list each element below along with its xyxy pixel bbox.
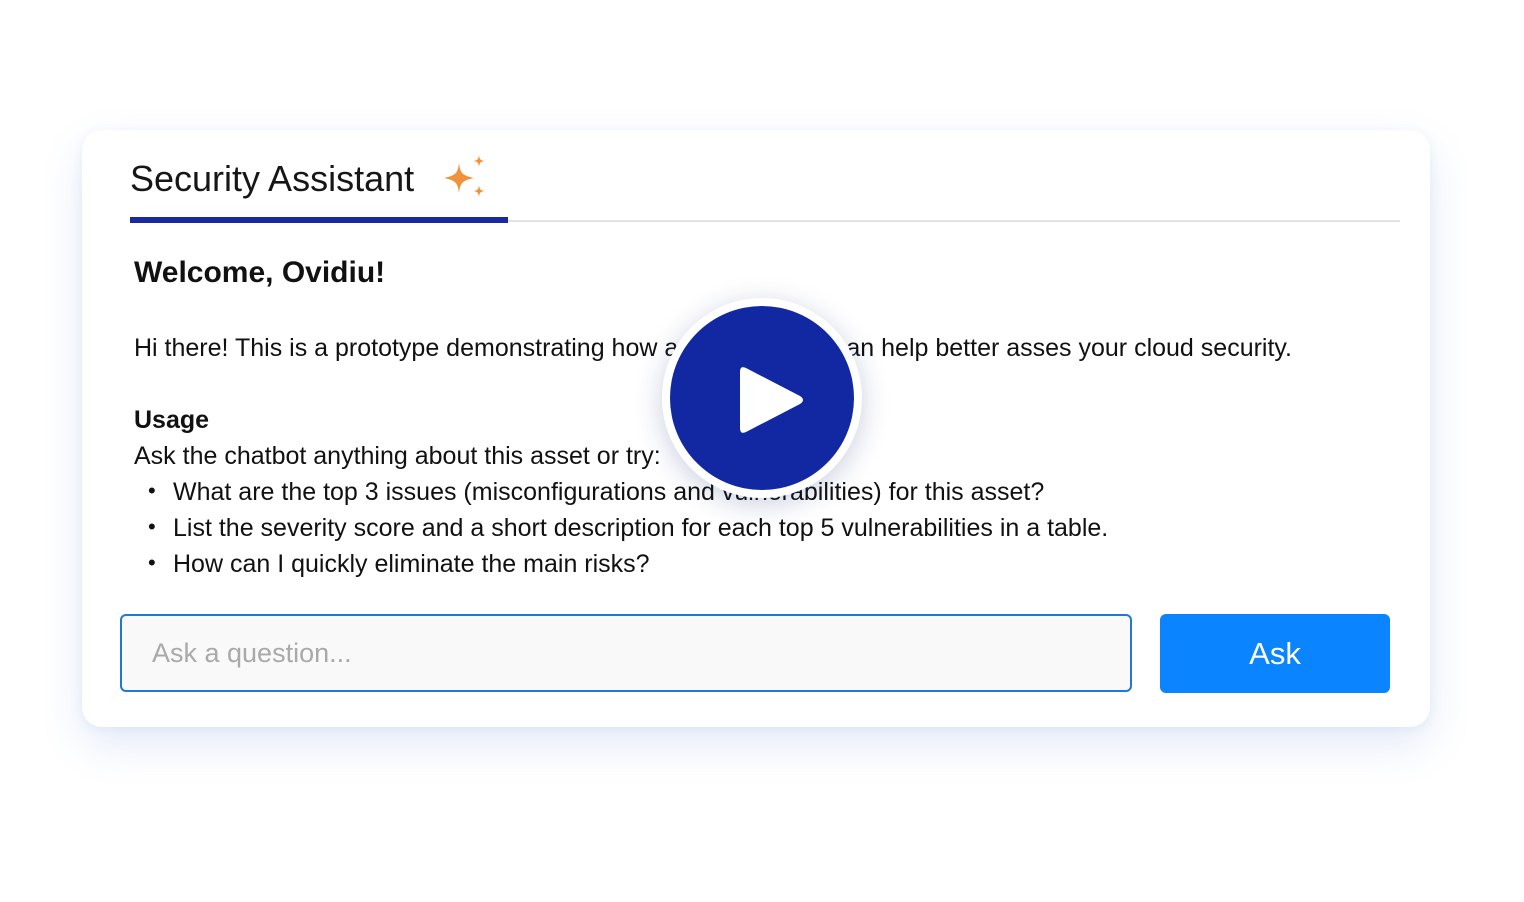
suggestion-item[interactable]: • List the severity score and a short de… [134, 514, 1108, 550]
suggestion-item[interactable]: • How can I quickly eliminate the main r… [134, 550, 1108, 586]
suggestion-item[interactable]: • What are the top 3 issues (misconfigur… [134, 478, 1108, 514]
suggestion-text: How can I quickly eliminate the main ris… [173, 550, 650, 578]
video-thumbnail: Security Assistant Welcome, Ovidiu! Hi t… [0, 0, 1524, 902]
sparkles-icon [444, 155, 485, 197]
question-input[interactable] [120, 614, 1132, 692]
usage-text: Ask the chatbot anything about this asse… [134, 442, 661, 470]
bullet: • [148, 514, 156, 539]
suggestion-text: List the severity score and a short desc… [173, 514, 1109, 542]
ask-button[interactable]: Ask [1160, 614, 1390, 693]
play-button[interactable] [662, 298, 862, 498]
active-tab-indicator [130, 217, 508, 223]
suggestion-list: • What are the top 3 issues (misconfigur… [134, 478, 1108, 586]
bullet: • [148, 550, 156, 575]
play-button-disc [670, 306, 854, 490]
tab-label: Security Assistant [130, 158, 415, 199]
usage-heading: Usage [134, 406, 210, 434]
tab-bar: Security Assistant [130, 130, 1400, 223]
bullet: • [148, 478, 156, 503]
welcome-heading: Welcome, Ovidiu! [134, 256, 386, 289]
tab-security-assistant[interactable]: Security Assistant [130, 130, 508, 223]
play-icon [740, 367, 803, 433]
suggestion-text: What are the top 3 issues (misconfigurat… [173, 478, 1045, 506]
